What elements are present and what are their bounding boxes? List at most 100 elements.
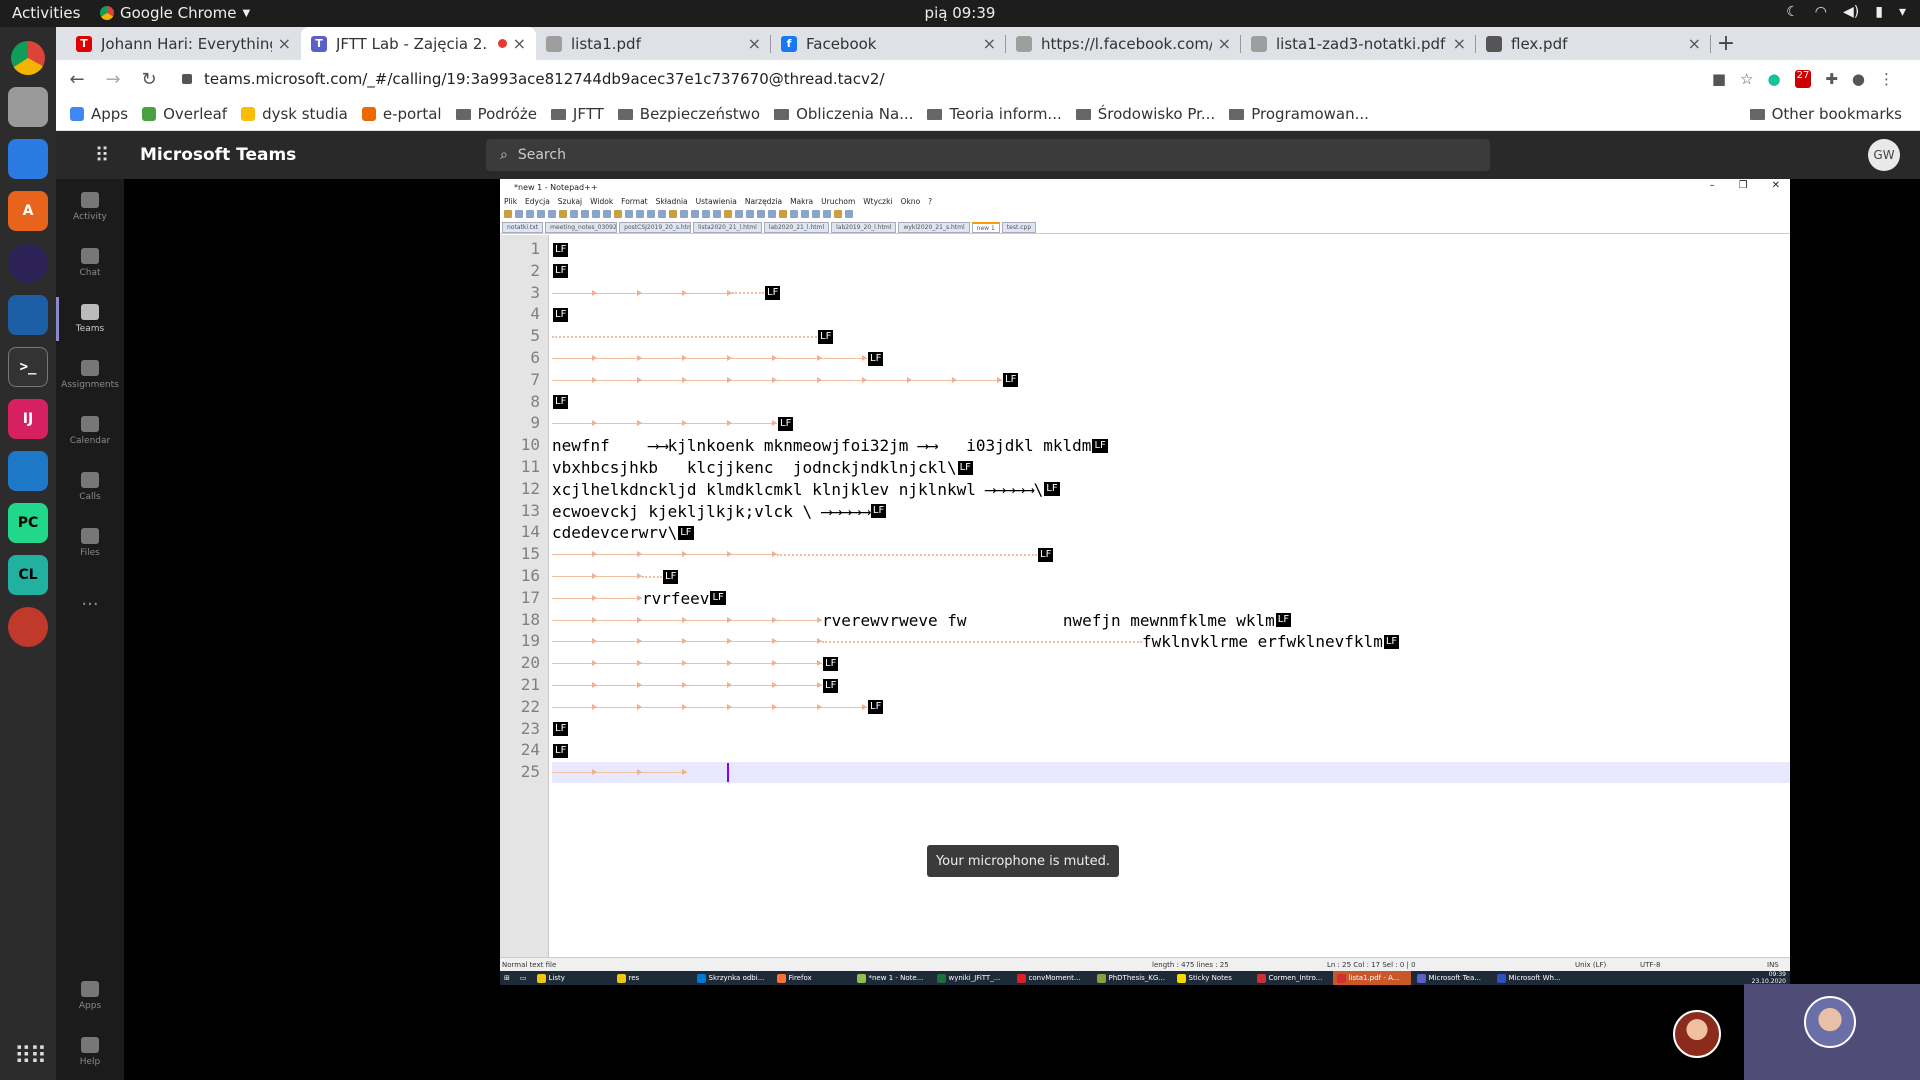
toolbar-button-icon[interactable] [768, 210, 776, 218]
avatar[interactable]: GW [1868, 139, 1900, 171]
windows-start-icon[interactable]: ⊞ [500, 971, 514, 985]
code-line[interactable]: LF [552, 261, 1790, 282]
bookmark-obliczenia-na-[interactable]: Obliczenia Na... [774, 105, 913, 123]
close-tab-icon[interactable]: × [278, 34, 291, 53]
menu-icon[interactable]: ⋮ [1879, 70, 1894, 88]
bookmark-programowan-[interactable]: Programowan... [1229, 105, 1369, 123]
file-tab[interactable]: test.cpp [1001, 222, 1037, 233]
bookmark-środowisko-pr-[interactable]: Środowisko Pr... [1075, 105, 1215, 123]
file-tab[interactable]: new 1 [971, 222, 1000, 233]
taskbar-item[interactable]: Firefox [773, 971, 851, 985]
toolbar-button-icon[interactable] [548, 210, 556, 218]
code-line[interactable]: vbxhbcsjhkb klcjjkenc jodnckjndklnjckl\ L… [552, 457, 1790, 478]
bookmark-teoria-inform-[interactable]: Teoria inform... [927, 105, 1062, 123]
code-line[interactable]: fwklnvklrme erfwklnevfklm LF [552, 631, 1790, 652]
rail-file[interactable]: Files [56, 515, 124, 571]
close-tab-icon[interactable]: × [1218, 34, 1231, 53]
toolbar-button-icon[interactable] [625, 210, 633, 218]
toolbar-button-icon[interactable] [603, 210, 611, 218]
taskbar-item[interactable]: wyniki_JFiTT_... [933, 971, 1011, 985]
camera-icon[interactable]: ■ [1712, 70, 1726, 88]
browser-tab[interactable]: f Facebook × [771, 27, 1006, 60]
toolbar-button-icon[interactable] [592, 210, 600, 218]
show-applications-icon[interactable]: ⠿⠿ [14, 1042, 47, 1070]
browser-tab[interactable]: lista1.pdf × [536, 27, 771, 60]
settings-dock-icon[interactable] [8, 607, 48, 647]
toolbar-button-icon[interactable] [581, 210, 589, 218]
menu-item[interactable]: Narzędzia [745, 197, 782, 206]
rail-chat[interactable]: Chat [56, 235, 124, 291]
files-dock-icon[interactable] [8, 87, 48, 127]
file-tab[interactable]: lab2020_21_l.html [763, 222, 830, 233]
taskbar-item[interactable]: Microsoft Tea... [1413, 971, 1491, 985]
taskbar-item[interactable]: Cormen_Intro... [1253, 971, 1331, 985]
extension-badge[interactable]: 27 [1794, 70, 1812, 88]
code-line[interactable]: LF [552, 392, 1790, 413]
virtualbox-dock-icon[interactable] [8, 295, 48, 335]
code-line[interactable]: LF [552, 544, 1790, 565]
code-line[interactable] [552, 762, 1790, 784]
browser-tab[interactable]: flex.pdf × [1476, 27, 1711, 60]
code-line[interactable]: LF [552, 697, 1790, 718]
rail-assignments[interactable]: Assignments [56, 347, 124, 403]
menu-item[interactable]: ? [928, 197, 932, 206]
address-bar[interactable]: teams.microsoft.com/_#/calling/19:3a993a… [168, 64, 1900, 94]
menu-item[interactable]: Format [621, 197, 647, 206]
menu-item[interactable]: Okno [901, 197, 921, 206]
participant-avatar[interactable] [1673, 1010, 1721, 1058]
toolbar-button-icon[interactable] [735, 210, 743, 218]
code-line[interactable]: LF [552, 719, 1790, 740]
menu-item[interactable]: Plik [504, 197, 517, 206]
toolbar-button-icon[interactable] [801, 210, 809, 218]
self-video-tile[interactable] [1744, 984, 1920, 1080]
browser-tab[interactable]: lista1-zad3-notatki.pdf × [1241, 27, 1476, 60]
code-line[interactable]: LF [552, 348, 1790, 369]
code-line[interactable]: LF [552, 370, 1790, 391]
file-tab[interactable]: notatki.txt [502, 222, 544, 233]
clion-dock-icon[interactable]: CL [8, 555, 48, 595]
chrome-dock-icon[interactable] [11, 41, 45, 75]
pycharm-dock-icon[interactable]: PC [8, 503, 48, 543]
grammarly-icon[interactable]: ● [1768, 70, 1781, 88]
taskbar-item[interactable]: PhDThesis_KG... [1093, 971, 1171, 985]
file-tab[interactable]: lista2020_21_l.html [693, 222, 762, 233]
new-tab-button[interactable]: + [1711, 27, 1741, 60]
toolbar-button-icon[interactable] [834, 210, 842, 218]
toolbar-button-icon[interactable] [845, 210, 853, 218]
code-line[interactable]: newfnf ⟶⟶kjlnkoenk mknmeowjfoi32jm ⟶⟶ i0… [552, 435, 1790, 456]
menu-item[interactable]: Widok [590, 197, 613, 206]
code-line[interactable]: LF [552, 326, 1790, 347]
close-tab-icon[interactable]: × [1688, 34, 1701, 53]
toolbar-button-icon[interactable] [504, 210, 512, 218]
taskbar-item[interactable]: Microsoft Wh... [1493, 971, 1571, 985]
menu-item[interactable]: Szukaj [558, 197, 582, 206]
profile-icon[interactable]: ● [1852, 70, 1865, 88]
browser-tab[interactable]: T Johann Hari: Everything y × [66, 27, 301, 60]
forward-icon[interactable]: → [98, 69, 128, 90]
reload-icon[interactable]: ↻ [134, 69, 164, 90]
rail-teams[interactable]: Teams [56, 291, 124, 347]
code-line[interactable]: LF [552, 283, 1790, 304]
toolbar-button-icon[interactable] [779, 210, 787, 218]
code-line[interactable]: LF [552, 566, 1790, 587]
minimize-icon[interactable]: – [1710, 180, 1715, 191]
puzzle-icon[interactable]: ✚ [1825, 70, 1838, 88]
toolbar-button-icon[interactable] [724, 210, 732, 218]
menu-item[interactable]: Makra [790, 197, 813, 206]
toolbar-button-icon[interactable] [713, 210, 721, 218]
software-dock-icon[interactable]: A [8, 191, 48, 231]
close-tab-icon[interactable]: × [748, 34, 761, 53]
bookmark-bezpieczeństwo[interactable]: Bezpieczeństwo [617, 105, 760, 123]
system-tray[interactable]: ☾ ◠ ◀) ▮ ▾ [1786, 4, 1906, 20]
toolbar-button-icon[interactable] [823, 210, 831, 218]
bookmark-podróże[interactable]: Podróże [455, 105, 537, 123]
toolbar-button-icon[interactable] [702, 210, 710, 218]
editor-area[interactable]: 1 2 3 4 5 6 7 8 9 10 11 12 13 14 15 16 17 18 19 20 21 22 23 24 2… [500, 235, 1790, 957]
terminal-dock-icon[interactable]: >_ [8, 347, 48, 387]
bookmark-jftt[interactable]: JFTT [550, 105, 604, 123]
task-view-icon[interactable]: ▭ [516, 971, 531, 985]
bookmark-apps[interactable]: Apps [70, 105, 128, 123]
taskbar-item[interactable]: Sticky Notes [1173, 971, 1251, 985]
bookmark-overleaf[interactable]: Overleaf [142, 105, 227, 123]
code-line[interactable]: LF [552, 675, 1790, 696]
